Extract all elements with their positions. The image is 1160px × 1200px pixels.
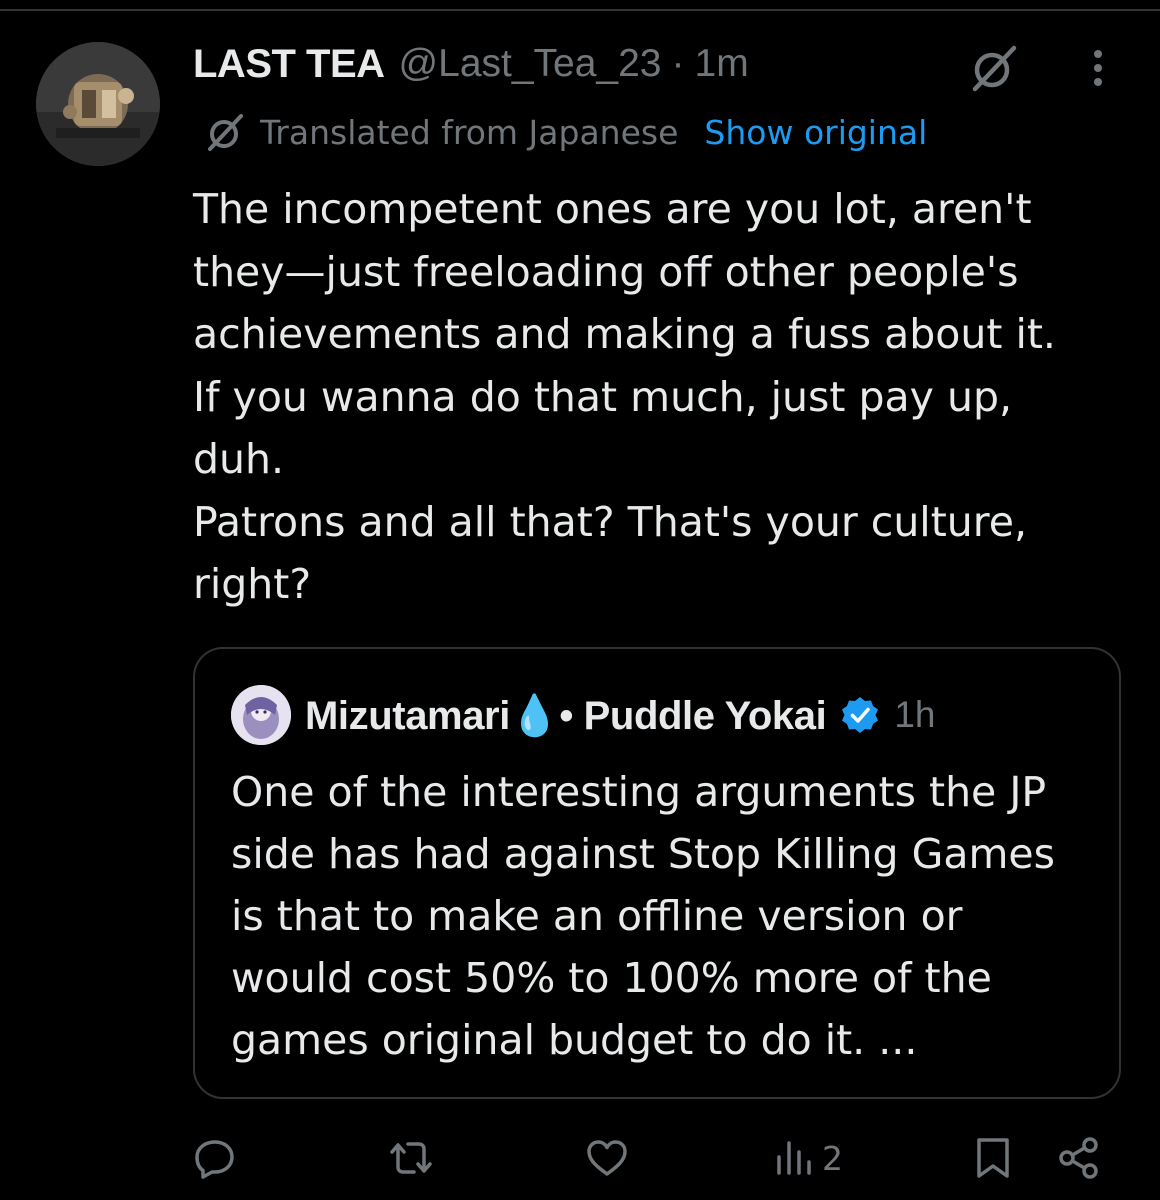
like-button[interactable] [584, 1130, 630, 1186]
avatar-image [36, 42, 160, 166]
post-text: The incompetent ones are you lot, aren't… [193, 178, 1113, 616]
post-text-line: achievements and making a fuss about it. [193, 310, 1056, 358]
quoted-avatar-image [231, 685, 291, 745]
quoted-author-name[interactable]: Mizutamari💧• Puddle Yokai [305, 692, 827, 739]
quoted-post-time[interactable]: 1h [894, 694, 935, 736]
reply-icon [195, 1140, 234, 1179]
post-text-line: they—just freeloading off other people's [193, 247, 1019, 296]
verified-badge-icon [842, 697, 879, 733]
post-text-line: If you wanna do that much, just pay up, [193, 372, 1012, 421]
quoted-post-card[interactable]: Mizutamari💧• Puddle Yokai 1h One of the … [193, 647, 1121, 1099]
show-original-link[interactable]: Show original [704, 113, 927, 152]
post-header: LAST TEA @Last_Tea_23 · 1m [193, 38, 749, 90]
bookmark-icon [977, 1138, 1009, 1178]
header-separator: · [671, 42, 685, 85]
views-icon [777, 1141, 811, 1175]
post-time[interactable]: 1m [695, 42, 749, 86]
quoted-text-line: One of the interesting arguments the JP [231, 768, 1047, 816]
repost-icon [390, 1142, 432, 1174]
quoted-text-line: would cost 50% to 100% more of the [231, 954, 992, 1002]
more-icon[interactable] [1080, 46, 1116, 90]
quoted-post-text: One of the interesting arguments the JP … [231, 761, 1101, 1071]
author-handle[interactable]: @Last_Tea_23 [399, 42, 662, 86]
quoted-post-header: Mizutamari💧• Puddle Yokai 1h [231, 685, 936, 745]
author-avatar[interactable] [36, 42, 160, 166]
post-text-line: right? [193, 560, 312, 608]
action-bar: 2 [0, 1130, 1160, 1186]
translate-icon [208, 114, 243, 151]
views-count: 2 [822, 1138, 843, 1178]
grok-icon[interactable] [968, 42, 1020, 94]
reply-button[interactable] [192, 1130, 238, 1186]
author-name[interactable]: LAST TEA [193, 42, 385, 87]
views-button[interactable]: 2 [772, 1130, 843, 1186]
bookmark-button[interactable] [970, 1130, 1016, 1186]
quoted-text-line: is that to make an offline version or [231, 892, 963, 940]
translation-notice: Translated from Japanese Show original [204, 108, 927, 156]
share-button[interactable] [1056, 1130, 1102, 1186]
like-icon [587, 1140, 627, 1176]
share-icon [1059, 1137, 1098, 1179]
repost-button[interactable] [388, 1130, 434, 1186]
quoted-text-line: side has had against Stop Killing Games [231, 830, 1055, 878]
top-divider [0, 9, 1160, 11]
quoted-text-line: games original budget to do it. ... [231, 1016, 918, 1064]
post-text-line: Patrons and all that? That's your cultur… [193, 497, 1027, 546]
quoted-author-avatar[interactable] [231, 685, 291, 745]
post-text-line: duh. [193, 435, 285, 483]
post-text-line: The incompetent ones are you lot, aren't [193, 185, 1032, 233]
translated-label: Translated from Japanese [260, 112, 679, 152]
